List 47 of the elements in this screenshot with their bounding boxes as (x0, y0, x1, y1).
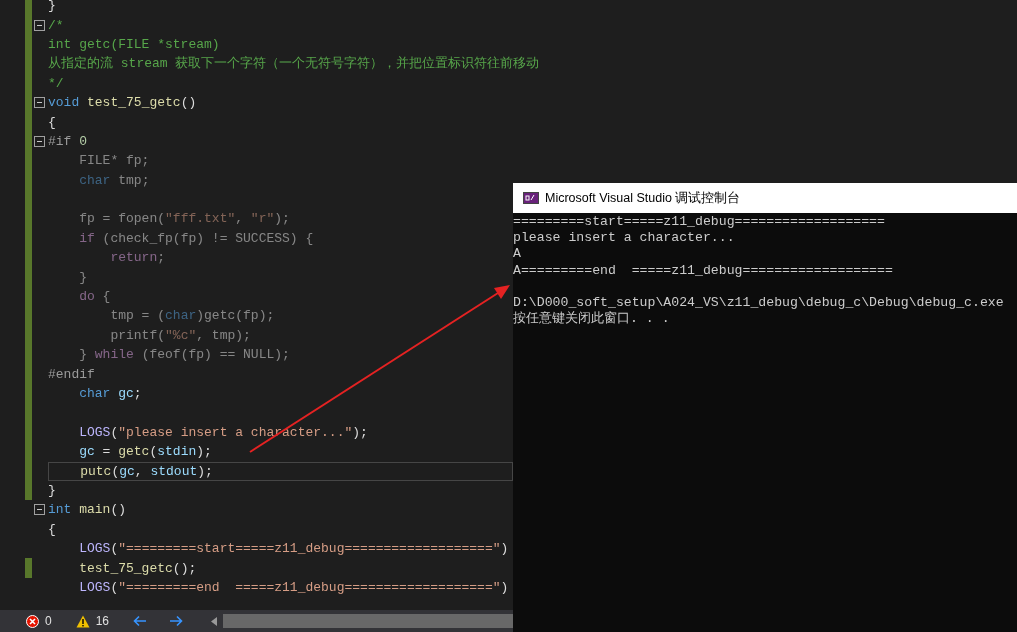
console-line: A=========end =====z11_debug=================== (513, 262, 894, 279)
code-line: { (48, 113, 56, 131)
collapse-toggle[interactable] (34, 135, 45, 147)
code-line: char gc; (78, 385, 142, 402)
console-line: A (513, 246, 522, 263)
code-line: #if 0 (48, 132, 87, 150)
code-line: } (48, 0, 56, 15)
warning-count[interactable]: 16 (95, 612, 110, 630)
code-line: gc = getc(stdin); (78, 443, 212, 461)
code-line: printf("%c", tmp); (109, 326, 251, 344)
horizontal-scrollbar[interactable] (223, 614, 513, 628)
code-line: { (48, 520, 56, 538)
code-line: } (48, 481, 56, 499)
code-line: tmp = (char)getc(fp); (109, 307, 275, 325)
collapse-toggle[interactable] (34, 97, 45, 109)
error-icon[interactable] (26, 614, 39, 628)
code-line: char tmp; (78, 171, 150, 189)
error-count[interactable]: 0 (45, 612, 52, 630)
code-line: */ (48, 74, 64, 92)
code-line: int main() (48, 501, 127, 519)
code-line: #endif (48, 365, 95, 383)
console-line: 按任意键关闭此窗口. . . (513, 311, 671, 328)
back-arrow-icon[interactable] (133, 615, 148, 627)
collapse-toggle[interactable] (34, 19, 45, 31)
code-line: test_75_getc(); (78, 559, 197, 577)
warning-icon[interactable] (75, 614, 90, 628)
code-line: LOGS("=========end =====z11_debug===================") (78, 578, 509, 596)
code-line: fp = fopen("fff.txt", "r"); (78, 210, 290, 228)
code-line: void test_75_getc() (48, 94, 197, 112)
code-line: 从指定的流 stream 获取下一个字符（一个无符号字符），并把位置标识符往前移动 (48, 55, 540, 73)
collapse-toggle[interactable] (34, 504, 45, 516)
console-icon (523, 192, 539, 204)
console-line: D:\D000_soft_setup\A024_VS\z11_debug\debug_c\Debug\debug_c.exe (513, 294, 1005, 311)
code-line: return; (109, 249, 166, 267)
code-line: if (check_fp(fp) != SUCCESS) { (78, 229, 314, 247)
code-line: FILE* fp; (78, 152, 150, 170)
code-line: do { (78, 288, 111, 306)
console-line: please insert a character... (513, 230, 736, 247)
window-title: Microsoft Visual Studio 调试控制台 (545, 189, 741, 207)
code-line: int getc(FILE *stream) (48, 35, 220, 53)
code-line: /* (48, 16, 64, 34)
scroll-left-icon[interactable] (211, 616, 218, 626)
code-line: } while (feof(fp) == NULL); (78, 346, 290, 364)
console-line: =========start=====z11_debug=================== (513, 214, 886, 231)
code-line: } (78, 268, 87, 286)
forward-arrow-icon[interactable] (169, 615, 184, 627)
code-line: LOGS("=========start=====z11_debug===================") (78, 540, 509, 558)
